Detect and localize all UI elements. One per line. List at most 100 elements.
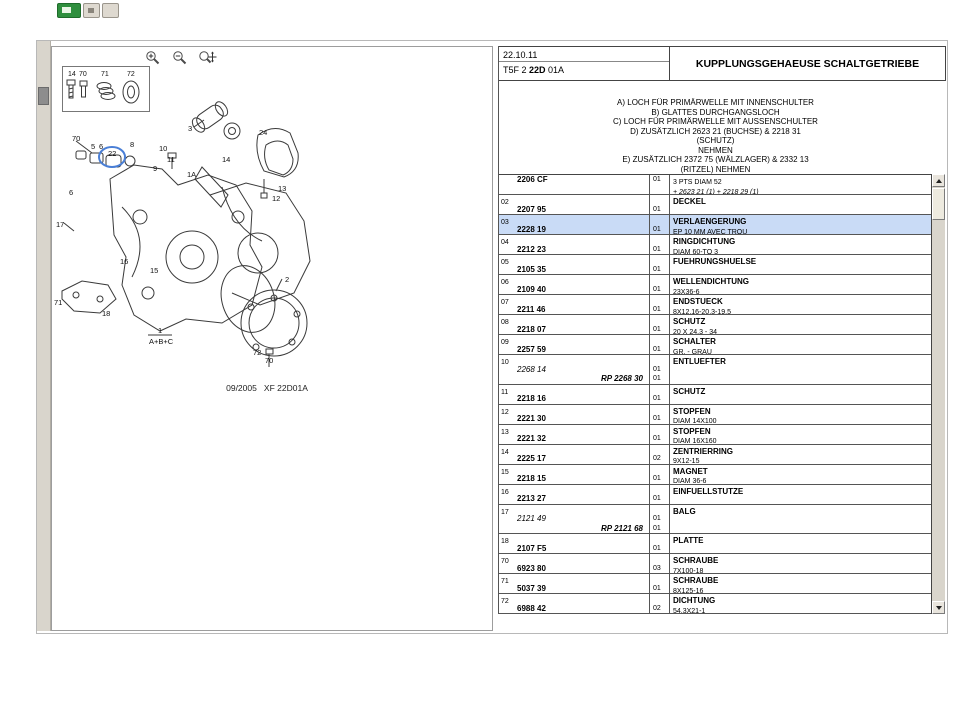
row-subtext: DIAM 14X100 — [673, 418, 717, 424]
pan-icon — [198, 50, 217, 65]
diagram-callout[interactable]: 8 — [130, 140, 134, 149]
part-number: 2268 14 — [499, 365, 649, 375]
row-qty: 01 — [649, 285, 669, 295]
diagram-callout[interactable]: 11 — [167, 155, 175, 164]
diagram-callout[interactable]: 70 — [265, 356, 273, 365]
table-row[interactable]: 11SCHUTZ2218 1601 — [499, 385, 931, 405]
page-title: KUPPLUNGSGEHAEUSE SCHALTGETRIEBE — [669, 47, 945, 80]
row-description: FUEHRUNGSHUELSE — [673, 257, 756, 265]
pan-button[interactable] — [198, 49, 217, 65]
diagram-callout[interactable]: 71 — [54, 298, 62, 307]
row-qty — [649, 485, 669, 495]
app-toolbar — [57, 3, 119, 17]
zoom-out-button[interactable] — [171, 49, 190, 65]
table-row[interactable]: 2206 CF013 PTS DIAM 52+ 2623 21 (1) + 22… — [499, 175, 931, 195]
page-code-suffix: 01A — [546, 65, 565, 75]
diagram-callout[interactable]: A+B+C — [149, 337, 174, 346]
part-number: 6923 80 — [499, 564, 649, 574]
row-description: SCHUTZ — [673, 387, 705, 395]
diagram-callout[interactable]: 14 — [222, 155, 230, 164]
part-number: 5037 39 — [499, 584, 649, 594]
zoom-in-button[interactable] — [144, 49, 163, 65]
table-row[interactable]: 10ENTLUEFTER2268 1401RP 2268 3001 — [499, 355, 931, 385]
diagram-callout[interactable]: 10 — [159, 144, 167, 153]
row-description: SCHUTZ — [673, 317, 705, 325]
diagram-callout[interactable]: 70 — [72, 134, 80, 143]
row-qty — [649, 275, 669, 285]
diagram-panel: 14 70 71 72 — [51, 46, 493, 631]
row-description: STOPFEN — [673, 427, 711, 435]
note-line: NEHMEN — [499, 146, 932, 156]
row-qty — [649, 385, 669, 395]
table-row[interactable]: 17BALG2121 4901RP 2121 6801 — [499, 505, 931, 535]
part-number: 2105 35 — [499, 265, 649, 275]
row-subtext: 20 X 24,3 - 34 — [673, 329, 717, 335]
diagram-callout[interactable]: 22 — [108, 149, 116, 158]
diagram-callout[interactable]: 6 — [69, 188, 73, 197]
row-qty: 01 — [649, 225, 669, 235]
diagram-callout[interactable]: 12 — [272, 194, 280, 203]
table-row[interactable]: 16EINFUELLSTUTZE2213 2701 — [499, 485, 931, 505]
table-scrollbar[interactable] — [932, 174, 945, 614]
up-arrow-icon — [936, 179, 942, 183]
table-row[interactable]: 72DICHTUNG6988 420254,3X21-1 — [499, 594, 931, 614]
page-code-prefix: T5F 2 — [503, 65, 529, 75]
diagram-callout[interactable]: 18 — [102, 309, 110, 318]
table-row[interactable]: 15MAGNET2218 1501DIAM 36-6 — [499, 465, 931, 485]
diagram-callout[interactable]: 1A — [187, 170, 196, 179]
row-qty: 02 — [649, 454, 669, 464]
table-row[interactable]: 07ENDSTUECK2211 46018X12,16-20,3-19,5 — [499, 295, 931, 315]
scroll-down-button[interactable] — [932, 601, 945, 614]
diagram-callout[interactable]: 6 — [99, 142, 103, 151]
diagram-callout[interactable]: 2 — [285, 275, 289, 284]
app-button-3[interactable] — [102, 3, 119, 18]
page-code: T5F 2 22D 01A — [499, 62, 669, 75]
scrollbar-thumb[interactable] — [932, 188, 945, 220]
diagram-callout[interactable]: 16 — [120, 257, 128, 266]
row-qty: 01 — [649, 584, 669, 594]
diagram-callout[interactable]: 17 — [56, 220, 64, 229]
table-row[interactable]: 12STOPFEN2221 3001DIAM 14X100 — [499, 405, 931, 425]
row-qty: 01 — [649, 434, 669, 444]
diagram-callout[interactable]: 72 — [253, 348, 261, 357]
diagram-callout[interactable]: 5 — [91, 142, 95, 151]
row-description: DECKEL — [673, 197, 706, 205]
diagram-callout[interactable]: 24 — [259, 128, 267, 137]
row-description: STOPFEN — [673, 407, 711, 415]
side-strip — [37, 41, 51, 631]
part-number: 2121 49 — [499, 514, 649, 524]
strip-handle-button[interactable] — [38, 87, 49, 105]
table-row[interactable]: 06WELLENDICHTUNG2109 400123X36-6 — [499, 275, 931, 295]
table-row[interactable]: 13STOPFEN2221 3201DIAM 16X160 — [499, 425, 931, 445]
diagram-callout[interactable]: 9 — [153, 164, 157, 173]
table-row[interactable]: 05FUEHRUNGSHUELSE2105 3501 — [499, 255, 931, 275]
table-row[interactable]: 70SCHRAUBE6923 80037X100-18 — [499, 554, 931, 574]
table-row[interactable]: 09SCHALTER2257 5901GR. - GRAU — [499, 335, 931, 355]
diagram-callout[interactable]: 13 — [278, 184, 286, 193]
row-qty: 01 — [649, 394, 669, 404]
table-row[interactable]: 14ZENTRIERRING2225 17029X12-15 — [499, 445, 931, 465]
row-description: ZENTRIERRING — [673, 447, 733, 455]
table-row[interactable]: 18PLATTE2107 F501 — [499, 534, 931, 554]
table-row[interactable]: 71SCHRAUBE5037 39018X125-16 — [499, 574, 931, 594]
part-number: 2218 15 — [499, 474, 649, 484]
table-row[interactable]: 03VERLAENGERUNG2228 1901EP 10 MM AVEC TR… — [499, 215, 931, 235]
down-arrow-icon — [936, 606, 942, 610]
diagram-callout[interactable]: 15 — [150, 266, 158, 275]
scroll-up-button[interactable] — [932, 174, 945, 187]
diagram-callout[interactable]: 3 — [188, 124, 192, 133]
table-row[interactable]: 02DECKEL2207 9501 — [499, 195, 931, 215]
part-number: 2225 17 — [499, 454, 649, 464]
part-number: 2218 07 — [499, 325, 649, 335]
row-qty — [649, 425, 669, 435]
row-qty: 01 — [649, 345, 669, 355]
row-description: DICHTUNG — [673, 596, 715, 604]
row-subtext: 8X12,16-20,3-19,5 — [673, 309, 731, 315]
app-green-button[interactable] — [57, 3, 81, 18]
row-qty — [649, 315, 669, 325]
table-row[interactable]: 04RINGDICHTUNG2212 2301DIAM 60-TO 3 — [499, 235, 931, 255]
row-subtext: EP 10 MM AVEC TROU — [673, 229, 747, 235]
diagram-callout[interactable]: 1 — [158, 326, 162, 335]
table-row[interactable]: 08SCHUTZ2218 070120 X 24,3 - 34 — [499, 315, 931, 335]
app-button-2[interactable] — [83, 3, 100, 18]
